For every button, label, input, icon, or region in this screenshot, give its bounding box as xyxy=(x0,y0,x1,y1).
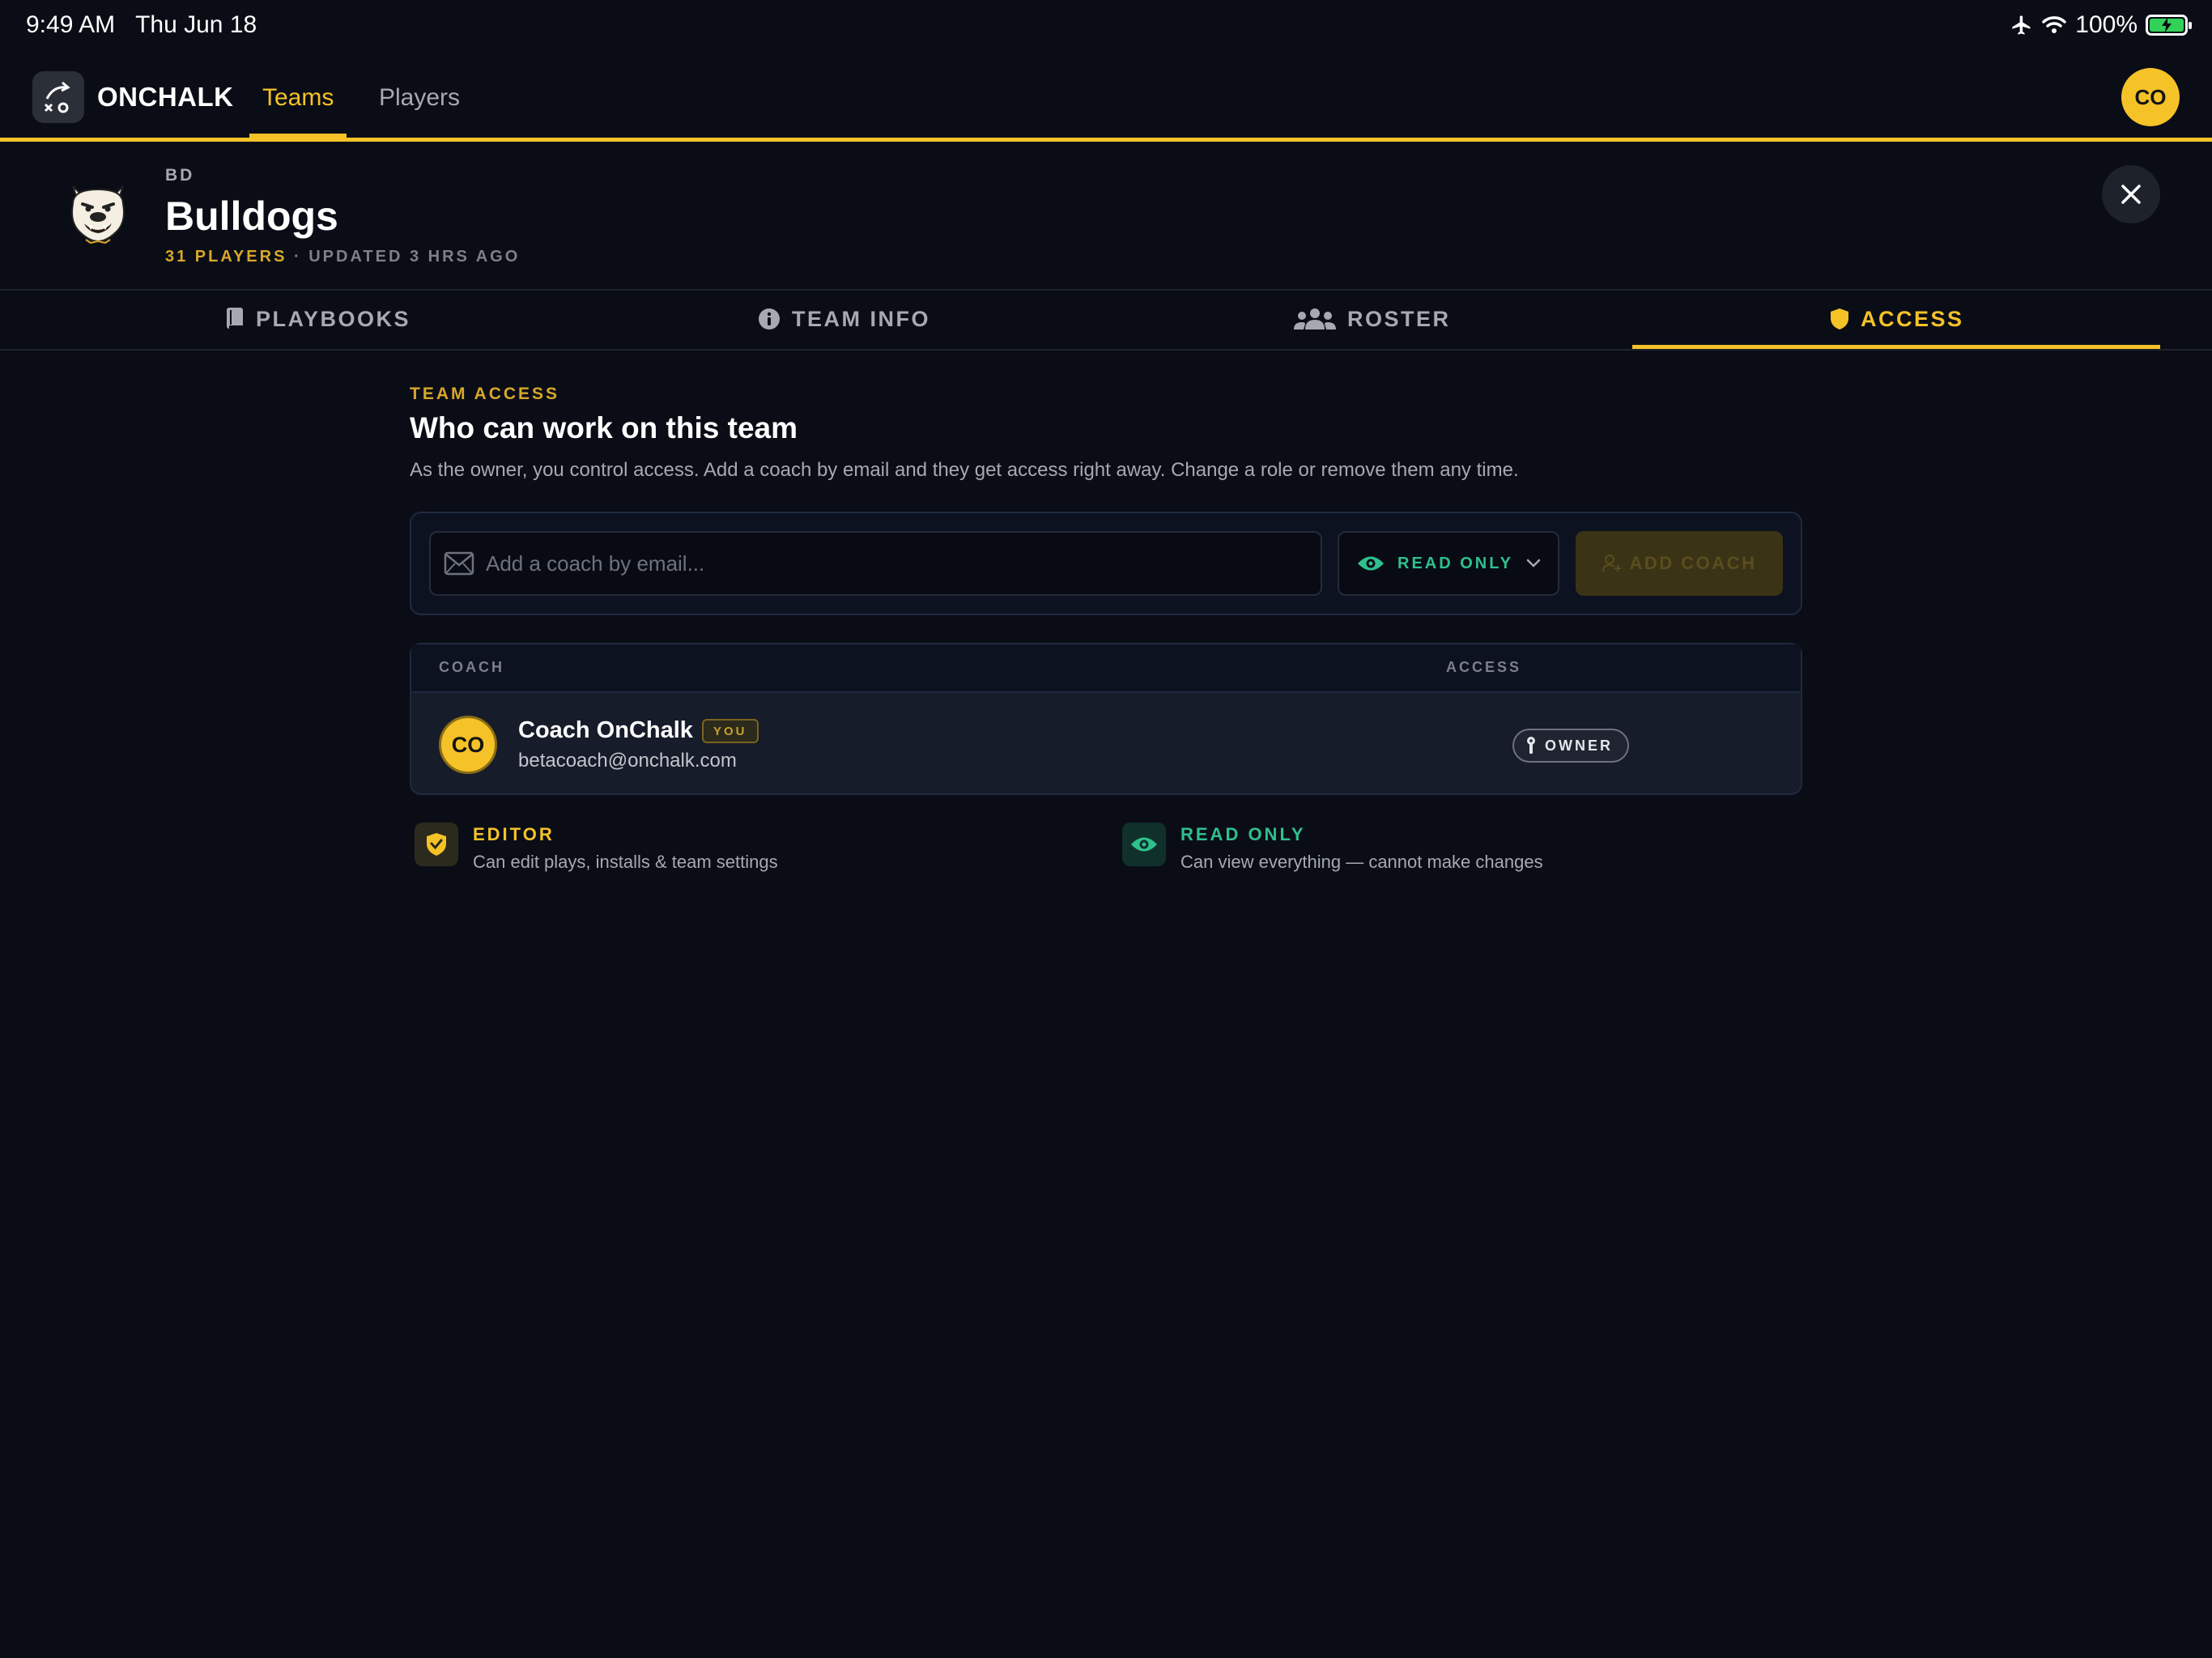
shield-icon xyxy=(1831,308,1848,329)
battery-percent: 100% xyxy=(2075,11,2138,38)
nav-divider xyxy=(0,138,2212,142)
tab-playbooks[interactable]: PLAYBOOKS xyxy=(225,303,410,335)
user-avatar[interactable]: CO xyxy=(2121,68,2180,126)
tab-team-info[interactable]: TEAM INFO xyxy=(758,303,930,335)
editor-legend-title: EDITOR xyxy=(473,824,555,844)
coach-email-input[interactable] xyxy=(486,541,1295,586)
updated-time: UPDATED 3 HRS AGO xyxy=(308,248,521,266)
read-only-legend-description: Can view everything — cannot make change… xyxy=(1180,852,1543,872)
editor-legend-icon xyxy=(415,823,458,866)
close-button[interactable] xyxy=(2102,165,2160,223)
add-coach-button[interactable]: ADD COACH xyxy=(1576,531,1783,596)
app-logo[interactable] xyxy=(32,71,84,123)
coach-name: Coach OnChalk xyxy=(518,717,693,743)
section-description: As the owner, you control access. Add a … xyxy=(410,459,1519,481)
shield-check-icon xyxy=(427,833,446,856)
book-icon xyxy=(227,308,243,329)
close-icon xyxy=(2121,185,2141,204)
info-icon xyxy=(759,308,780,329)
player-count: 31 PLAYERS xyxy=(165,248,287,266)
team-meta: 31 PLAYERS · UPDATED 3 HRS AGO xyxy=(165,248,520,266)
read-only-legend-title: READ ONLY xyxy=(1180,824,1306,844)
status-time: 9:49 AM Thu Jun 18 xyxy=(26,11,257,38)
team-abbreviation: BD xyxy=(165,166,195,185)
tabs-divider-top xyxy=(0,289,2212,291)
nav-tab-players[interactable]: Players xyxy=(379,84,460,112)
team-logo xyxy=(62,172,134,249)
wifi-icon xyxy=(2042,16,2067,33)
play-diagram-icon xyxy=(44,81,70,113)
tab-roster[interactable]: ROSTER xyxy=(1294,303,1451,335)
airplane-icon xyxy=(2012,15,2031,35)
key-icon xyxy=(1527,737,1535,754)
editor-legend-description: Can edit plays, installs & team settings xyxy=(473,852,778,872)
eye-icon xyxy=(1358,556,1384,571)
column-header-coach: COACH xyxy=(439,659,504,675)
column-header-access: ACCESS xyxy=(1446,659,1522,675)
add-user-icon xyxy=(1602,555,1621,572)
nav-tab-teams[interactable]: Teams xyxy=(262,84,334,112)
status-indicators: 100% xyxy=(2010,11,2192,39)
status-date: Thu Jun 18 xyxy=(135,11,257,38)
table-header xyxy=(411,644,1801,693)
owner-role-badge: OWNER xyxy=(1512,729,1629,763)
bulldog-icon xyxy=(71,185,125,244)
role-select[interactable]: READ ONLY xyxy=(1338,531,1559,596)
role-select-value: READ ONLY xyxy=(1397,554,1513,572)
you-badge: YOU xyxy=(702,719,759,743)
mail-icon xyxy=(444,551,474,576)
brand-name: ONCHALK xyxy=(97,82,234,112)
chevron-down-icon xyxy=(1526,559,1541,568)
tab-access[interactable]: ACCESS xyxy=(1830,303,1964,335)
meta-separator: · xyxy=(294,248,302,266)
eye-icon xyxy=(1131,837,1157,852)
section-kicker: TEAM ACCESS xyxy=(410,385,560,403)
coach-avatar: CO xyxy=(439,716,497,774)
read-only-legend-icon xyxy=(1122,823,1166,866)
battery-icon xyxy=(2146,15,2192,36)
users-icon xyxy=(1294,308,1336,329)
coach-email: betacoach@onchalk.com xyxy=(518,750,737,772)
team-name: Bulldogs xyxy=(165,193,338,239)
section-heading: Who can work on this team xyxy=(410,411,798,444)
tabs-divider-bottom xyxy=(0,349,2212,351)
